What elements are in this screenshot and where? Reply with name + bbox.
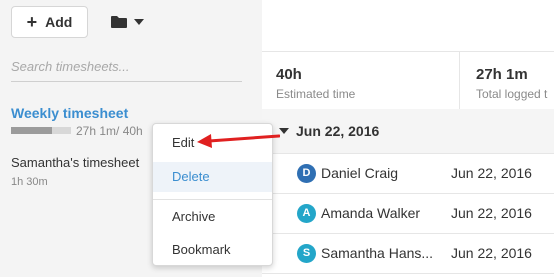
- entry-date: Jun 22, 2016: [451, 245, 532, 261]
- stat-logged: 27h 1m Total logged t: [476, 66, 547, 101]
- menu-item-delete[interactable]: Delete: [153, 162, 272, 192]
- folder-menu-button[interactable]: [110, 8, 154, 36]
- menu-divider: [153, 199, 272, 200]
- caret-down-icon: [134, 19, 144, 25]
- logged-time-value: 27h 1m: [476, 66, 528, 83]
- stat-divider: [459, 52, 460, 110]
- entry-date: Jun 22, 2016: [451, 205, 532, 221]
- timesheet-samantha-meta: 1h 30m: [11, 176, 48, 188]
- logged-time-label: Total logged t: [476, 87, 548, 101]
- estimated-time-label: Estimated time: [276, 87, 356, 101]
- entry-user-name: Daniel Craig: [321, 165, 399, 181]
- entry-row[interactable]: D Daniel Craig Jun 22, 2016: [262, 154, 554, 194]
- add-button-label: Add: [45, 14, 73, 30]
- entry-date: Jun 22, 2016: [451, 165, 532, 181]
- add-button[interactable]: + Add: [11, 6, 88, 38]
- annotation-arrow-icon: [197, 134, 280, 148]
- timesheet-weekly-meta: 27h 1m/ 40h: [76, 124, 143, 138]
- search-input[interactable]: [11, 57, 242, 76]
- folder-icon: [111, 16, 127, 28]
- plus-icon: +: [26, 11, 38, 32]
- estimated-time-value: 40h: [276, 66, 302, 83]
- timesheet-progress-fill: [11, 127, 52, 134]
- avatar: A: [297, 204, 316, 223]
- entry-row[interactable]: A Amanda Walker Jun 22, 2016: [262, 194, 554, 234]
- menu-item-archive[interactable]: Archive: [153, 202, 272, 232]
- date-group-label: Jun 22, 2016: [296, 123, 380, 139]
- summary-stats: 40h Estimated time 27h 1m Total logged t: [262, 51, 554, 111]
- date-group-header[interactable]: Jun 22, 2016: [262, 109, 554, 154]
- avatar: D: [297, 164, 316, 183]
- entry-user-name: Amanda Walker: [321, 205, 421, 221]
- stat-estimated: 40h Estimated time: [276, 66, 355, 101]
- timesheet-detail: 40h Estimated time 27h 1m Total logged t…: [262, 0, 554, 277]
- timesheet-weekly-title[interactable]: Weekly timesheet: [11, 105, 128, 121]
- collapse-caret-icon: [279, 128, 289, 134]
- avatar: S: [297, 244, 316, 263]
- menu-item-bookmark[interactable]: Bookmark: [153, 235, 272, 265]
- entry-row[interactable]: S Samantha Hans... Jun 22, 2016: [262, 234, 554, 274]
- timesheet-progress-bar: [11, 127, 71, 134]
- entry-user-name: Samantha Hans...: [321, 245, 434, 261]
- search-timesheets[interactable]: [11, 57, 242, 82]
- timesheet-samantha-title[interactable]: Samantha's timesheet: [11, 155, 139, 170]
